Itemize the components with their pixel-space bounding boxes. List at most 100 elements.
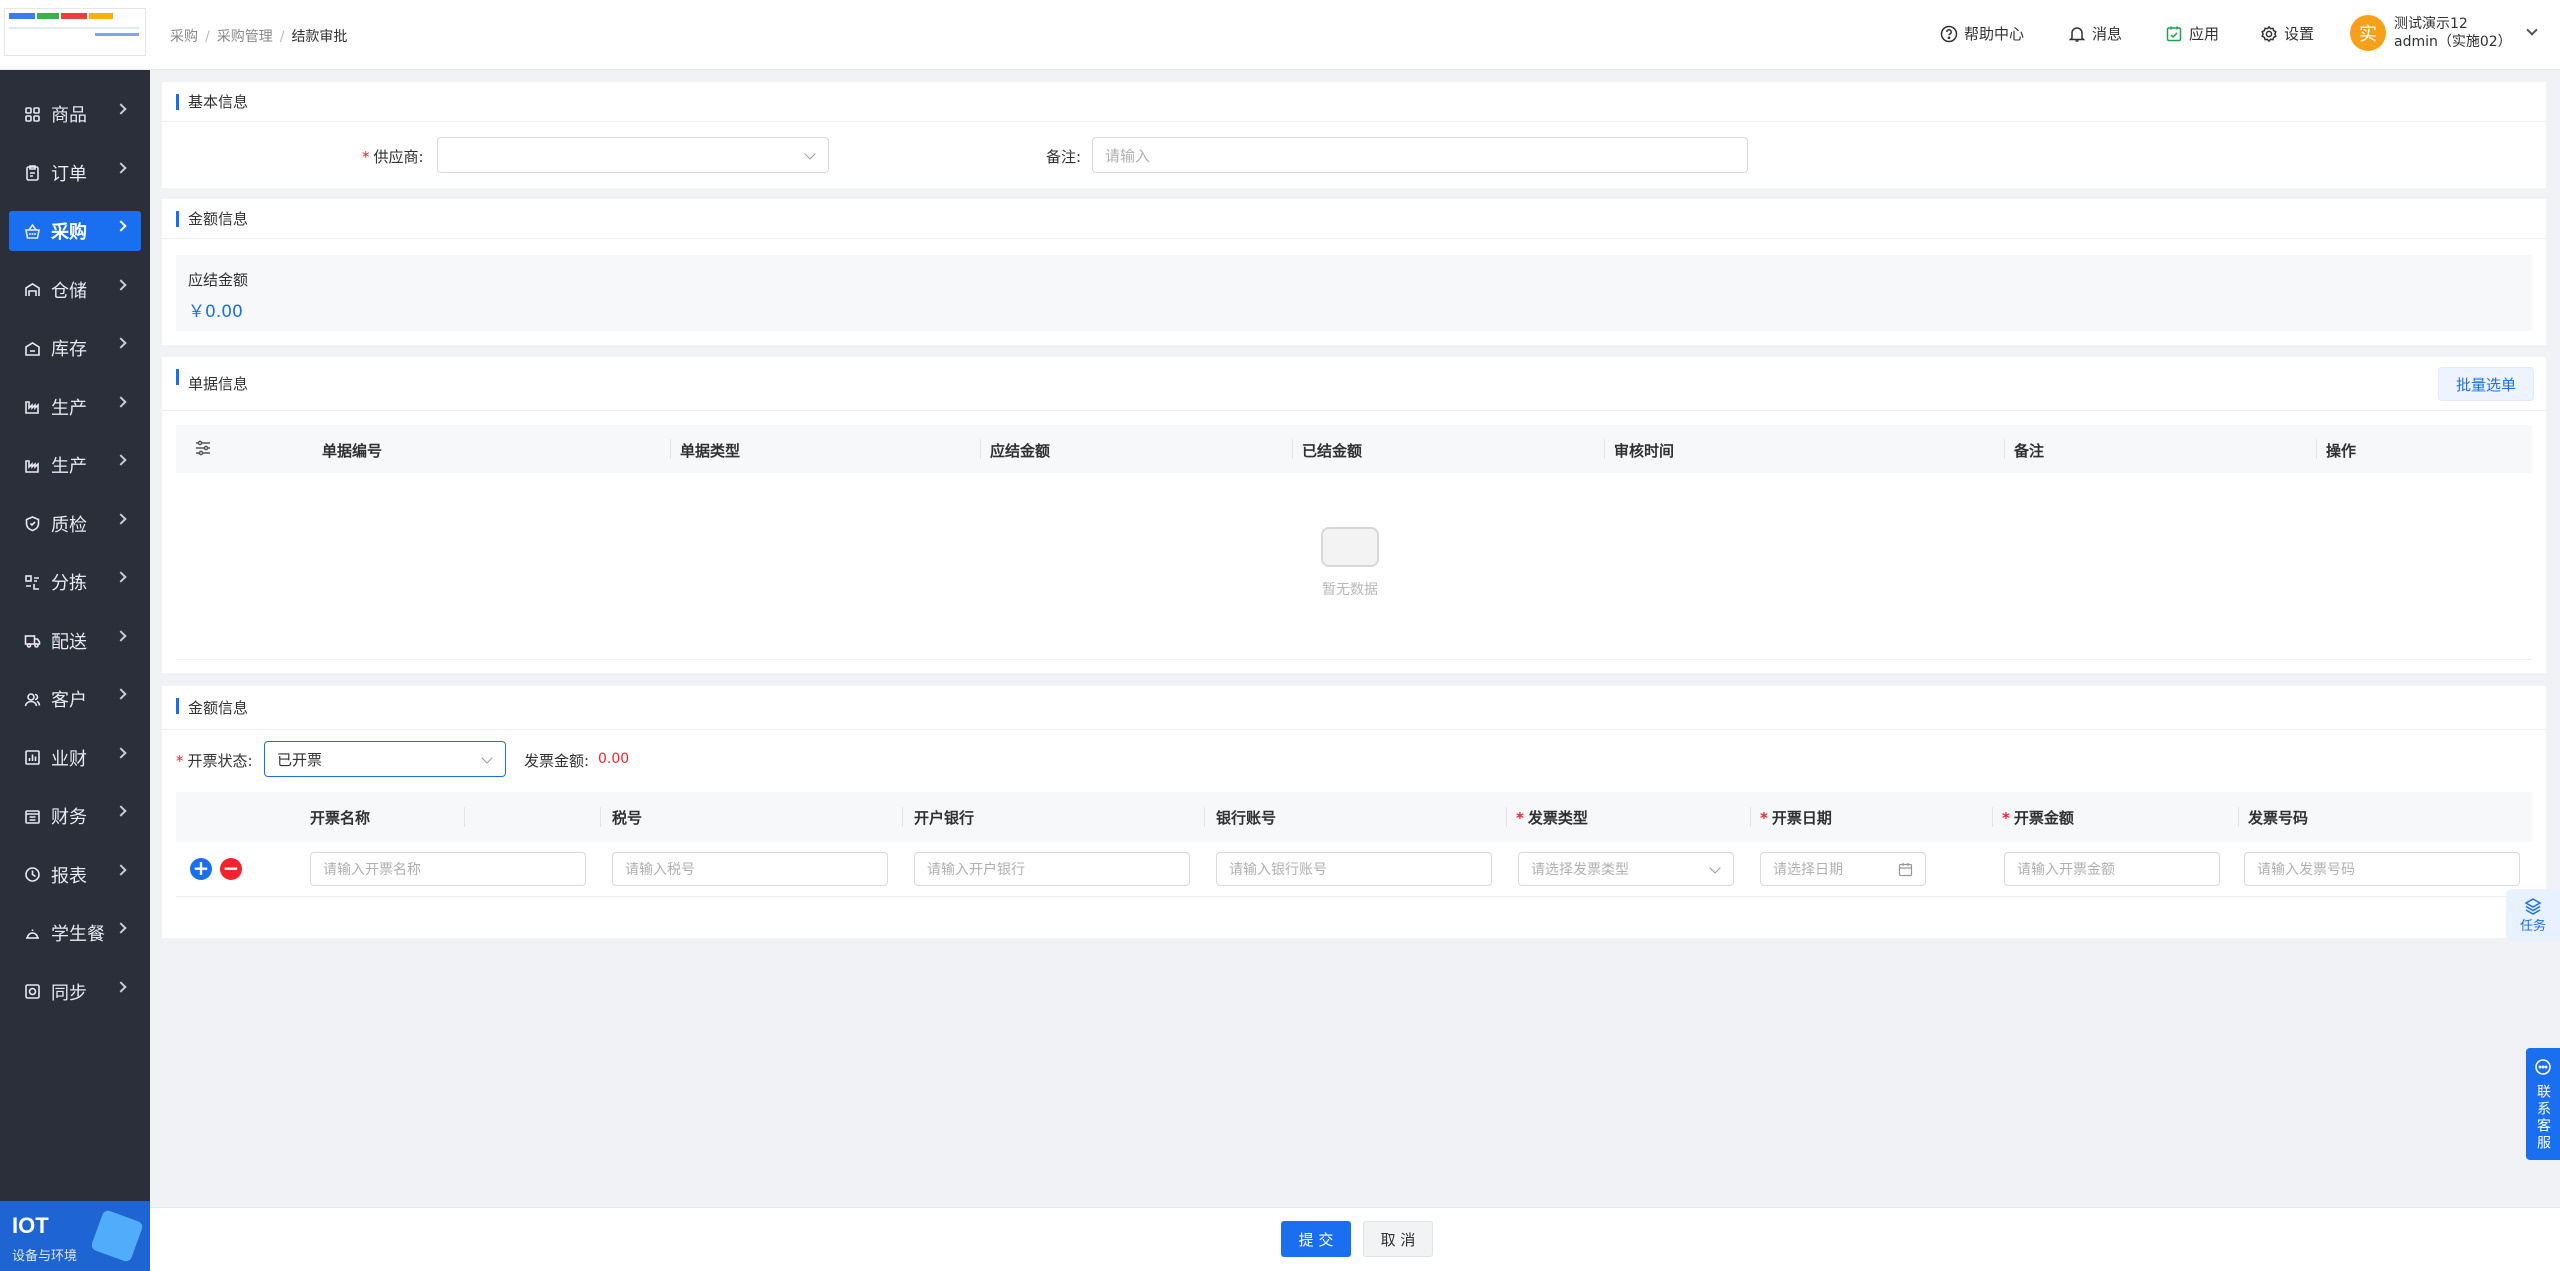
apps-label: 应用	[2189, 25, 2220, 43]
sidebar-item-label: 生产	[51, 456, 87, 477]
invoice-type-select[interactable]: 请选择发票类型	[1518, 852, 1734, 886]
sidebar-item-3[interactable]: 仓储	[9, 270, 141, 310]
sidebar-item-13[interactable]: 报表	[9, 855, 141, 895]
submit-button[interactable]: 提 交	[1281, 1221, 1351, 1257]
tax-number-input[interactable]: 请输入税号	[612, 852, 888, 886]
messages-link[interactable]: 消息	[2068, 23, 2122, 44]
sidebar-item-11[interactable]: 业财	[9, 738, 141, 778]
apps-icon	[2165, 25, 2183, 43]
due-amount-value: ￥0.00	[188, 302, 243, 322]
calendar-icon	[1898, 862, 1913, 881]
finance-icon	[23, 807, 41, 825]
chevron-right-icon	[115, 980, 127, 993]
chevron-right-icon	[115, 220, 127, 232]
settings-link[interactable]: 设置	[2260, 23, 2314, 44]
customer-service-button[interactable]: 联系客服	[2526, 1048, 2560, 1160]
sort-icon	[23, 573, 41, 591]
task-float-button[interactable]: 任务	[2506, 889, 2560, 941]
chat-icon	[2535, 1059, 2551, 1075]
column-header: 开票名称	[310, 809, 371, 827]
sidebar-item-12[interactable]: 财务	[9, 796, 141, 836]
sidebar-item-9[interactable]: 配送	[9, 621, 141, 661]
apps-link[interactable]: 应用	[2165, 23, 2219, 44]
sidebar-item-8[interactable]: 分拣	[9, 562, 141, 602]
sidebar-item-14[interactable]: 学生餐	[9, 913, 141, 953]
user-name: 测试演示12	[2394, 16, 2468, 32]
task-label: 任务	[2519, 918, 2546, 934]
iot-banner[interactable]: IOT 设备与环境	[0, 1201, 150, 1271]
help-label: 帮助中心	[1964, 25, 2025, 43]
bank-account-input[interactable]: 请输入银行账号	[1216, 852, 1492, 886]
users-icon	[23, 690, 41, 708]
invoice-status-value: 已开票	[277, 750, 323, 769]
basic-info-card: 基本信息 * 供应商: 备注: 请输入	[162, 82, 2546, 188]
breadcrumb-item[interactable]: 采购管理	[217, 29, 273, 45]
sidebar-item-5[interactable]: 生产	[9, 387, 141, 427]
sidebar-item-10[interactable]: 客户	[9, 679, 141, 719]
logo-area	[0, 0, 150, 70]
invoice-status-select[interactable]: 已开票	[264, 741, 506, 777]
sidebar-item-label: 生产	[51, 397, 87, 419]
empty-state: 暂无数据	[1302, 527, 1398, 599]
chevron-right-icon	[115, 629, 127, 642]
section-title-text: 金额信息	[188, 210, 249, 228]
sidebar-item-0[interactable]: 商品	[9, 94, 141, 134]
sidebar-item-7[interactable]: 质检	[9, 504, 141, 544]
sidebar-item-label: 报表	[51, 865, 87, 887]
user-account: admin（实施02）	[2394, 34, 2512, 50]
sidebar-item-label: 质检	[51, 514, 87, 536]
invoice-date-picker[interactable]: 请选择日期	[1760, 852, 1926, 886]
avatar: 实	[2350, 15, 2386, 51]
sidebar-item-1[interactable]: 订单	[9, 153, 141, 193]
invoice-amount-label: 发票金额:	[524, 752, 590, 770]
supplier-label: * 供应商:	[362, 148, 424, 166]
cancel-button[interactable]: 取 消	[1363, 1221, 1433, 1257]
add-row-button[interactable]: +	[190, 858, 212, 880]
chevron-right-icon	[115, 103, 127, 115]
sidebar-item-label: 配送	[51, 631, 87, 653]
sidebar: 商品 订单 采购 仓储 库存 生产 生产 质检 分拣 配送 客户 业财 财务 报表 学生餐 同步 IOT 设备…	[0, 0, 150, 1271]
column-header: 发票号码	[2248, 809, 2309, 827]
basket-icon	[23, 222, 41, 240]
column-header: * 开票金额	[2002, 809, 2074, 827]
truck-icon	[23, 632, 41, 650]
section-title-text: 基本信息	[188, 93, 249, 111]
section-title: 单据信息	[162, 357, 2546, 411]
user-menu[interactable]: 实 测试演示12 admin（实施02）	[2350, 15, 2538, 51]
sync-icon	[23, 983, 41, 1001]
chevron-right-icon	[115, 454, 127, 466]
help-icon	[1940, 25, 1958, 43]
column-header: 税号	[612, 809, 643, 827]
column-header: 应结金额	[990, 442, 1051, 460]
invoice-number-input[interactable]: 请输入发票号码	[2244, 852, 2520, 886]
iot-cube-icon	[90, 1209, 144, 1263]
breadcrumb-item[interactable]: 采购	[170, 29, 198, 45]
iot-title: IOT	[12, 1213, 49, 1238]
column-settings-icon[interactable]	[194, 439, 212, 461]
due-amount-label: 应结金额	[188, 271, 249, 289]
sidebar-item-15[interactable]: 同步	[9, 972, 141, 1012]
help-center-link[interactable]: 帮助中心	[1940, 23, 2024, 44]
logo-image[interactable]	[4, 8, 146, 56]
remark-input[interactable]: 请输入	[1092, 137, 1748, 173]
invoice-amount-input[interactable]: 请输入开票金额	[2004, 852, 2220, 886]
column-header: 单据类型	[680, 442, 741, 460]
invoice-name-input[interactable]: 请输入开票名称	[310, 852, 586, 886]
sidebar-item-4[interactable]: 库存	[9, 328, 141, 368]
chevron-right-icon	[115, 512, 127, 525]
section-title: 金额信息	[162, 199, 2546, 239]
sidebar-item-label: 同步	[51, 982, 87, 1004]
empty-text: 暂无数据	[1322, 582, 1378, 598]
remove-row-button[interactable]: −	[220, 858, 242, 880]
sidebar-nav: 商品 订单 采购 仓储 库存 生产 生产 质检 分拣 配送 客户 业财 财务 报表 学生餐 同步	[0, 94, 150, 1030]
clipboard-icon	[23, 164, 41, 182]
sidebar-item-2[interactable]: 采购	[9, 211, 141, 251]
sidebar-item-6[interactable]: 生产	[9, 445, 141, 485]
supplier-select[interactable]	[437, 137, 829, 173]
shield-icon	[23, 515, 41, 533]
chevron-right-icon	[115, 805, 127, 817]
settings-label: 设置	[2284, 25, 2315, 43]
sidebar-item-label: 业财	[51, 748, 87, 770]
bank-input[interactable]: 请输入开户银行	[914, 852, 1190, 886]
batch-select-button[interactable]: 批量选单	[2438, 367, 2534, 401]
